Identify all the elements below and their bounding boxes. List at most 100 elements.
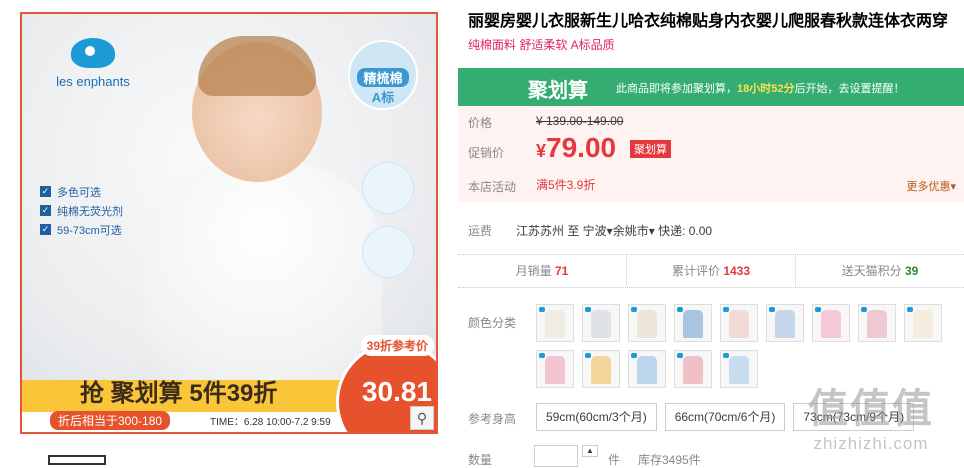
shop-activity: 满5件3.9折 [536, 178, 596, 192]
quantity-unit: 件 [608, 453, 621, 467]
promo-banner-title: 抢 聚划算 5件39折 [80, 380, 278, 407]
brand-mark-icon [539, 307, 545, 312]
reference-price: 30.81 [361, 376, 432, 407]
watermark-logo: 值值值 [808, 387, 934, 431]
more-offers-link[interactable]: 更多优惠▾ [906, 178, 956, 194]
color-swatch[interactable] [674, 304, 712, 342]
product-main-image[interactable]: les enphants 精梳棉 A标 ✓ 多色可选 ✓ 纯棉无荧光剂 ✓ 59-73… [20, 12, 438, 434]
color-swatch[interactable] [582, 350, 620, 388]
shop-activity-label: 本店活动 [468, 180, 517, 194]
garment-thumbnail [545, 356, 565, 384]
cotton-badge: 精梳棉 A标 [348, 40, 418, 110]
brand-mark-icon [631, 307, 637, 312]
shipping-detail[interactable]: 江苏苏州 至 宁波▾余姚市▾ 快递: 0.00 [516, 224, 712, 238]
checkbox-icon: ✓ [40, 224, 51, 235]
brand-logo: les enphants [38, 38, 148, 89]
quantity-increase-icon[interactable]: ▲ [582, 445, 598, 457]
shipping-label: 运费 [468, 224, 493, 238]
product-header: 丽婴房婴儿衣服新生儿哈衣纯棉贴身内衣婴儿爬服春秋款连体衣两穿 纯棉面料 舒适柔软… [468, 12, 964, 53]
garment-thumbnail [591, 356, 611, 384]
thumbnail-strip [48, 455, 122, 465]
fabric-layer-icon [362, 162, 414, 214]
zoom-icon[interactable]: ⚲ [410, 406, 434, 430]
brand-mark-icon [815, 307, 821, 312]
color-swatch[interactable] [858, 304, 896, 342]
feature-item: ✓ 多色可选 [40, 186, 101, 199]
brand-mark-icon [861, 307, 867, 312]
promo-banner-subtitle: 折后相当于300-180 [50, 411, 171, 430]
stat-monthly-sales: 月销量 71 [458, 255, 627, 287]
elephant-logo-icon [71, 38, 115, 68]
color-swatch[interactable] [628, 350, 666, 388]
original-price: ¥ 139.00-149.00 [536, 114, 624, 128]
garment-thumbnail [683, 356, 703, 384]
promo-banner-time: TIME：6.28 10:00-7.2 9:59 [210, 417, 331, 428]
color-swatch[interactable] [536, 304, 574, 342]
color-swatch[interactable] [674, 350, 712, 388]
brand-mark-icon [723, 353, 729, 358]
brand-mark-icon [631, 353, 637, 358]
thumbnail[interactable] [48, 455, 106, 465]
reference-price-tag: 39折参考价 [360, 335, 434, 356]
garment-thumbnail [683, 310, 703, 338]
product-title: 丽婴房婴儿衣服新生儿哈衣纯棉贴身内衣婴儿爬服春秋款连体衣两穿 [468, 13, 949, 30]
color-swatch[interactable] [720, 304, 758, 342]
price-panel: 价格 ¥ 139.00-149.00 促销价 ¥79.00 聚划算 本店活动 满… [458, 106, 964, 202]
baby-outfit [142, 164, 382, 394]
garment-thumbnail [545, 310, 565, 338]
promo-price-label: 促销价 [468, 146, 505, 160]
watermark-url: zhizhizhi.com [813, 434, 929, 453]
quantity-label: 数量 [468, 453, 493, 467]
color-swatch[interactable] [766, 304, 804, 342]
stock-count: 库存3495件 [638, 453, 701, 467]
baby-hair [198, 36, 316, 96]
juhuasuan-bar[interactable]: 聚划算 此商品即将参加聚划算，18小时52分后开始，去设置提醒！ [458, 68, 964, 106]
garment-thumbnail [729, 356, 749, 384]
feature-item: ✓ 59-73cm可选 [40, 224, 122, 237]
juhuasuan-notice: 此商品即将参加聚划算，18小时52分后开始，去设置提醒！ [616, 83, 905, 95]
feature-list: ✓ 多色可选 ✓ 纯棉无荧光剂 ✓ 59-73cm可选 [40, 182, 123, 239]
brand-mark-icon [539, 353, 545, 358]
garment-thumbnail [867, 310, 887, 338]
brand-mark-icon [585, 353, 591, 358]
product-subtitle: 纯棉面料 舒适柔软 A标品质 [468, 38, 615, 52]
size-option[interactable]: 59cm(60cm/3个月) [536, 403, 657, 431]
garment-thumbnail [637, 310, 657, 338]
garment-thumbnail [591, 310, 611, 338]
color-label: 颜色分类 [468, 316, 517, 330]
juhuasuan-logo: 聚划算 [528, 80, 588, 102]
garment-thumbnail [637, 356, 657, 384]
color-swatch[interactable] [720, 350, 758, 388]
checkbox-icon: ✓ [40, 205, 51, 216]
size-option[interactable]: 66cm(70cm/6个月) [664, 403, 786, 431]
brand-mark-icon [907, 307, 913, 312]
color-swatch[interactable] [812, 304, 850, 342]
brand-mark-icon [585, 307, 591, 312]
quantity-input[interactable] [534, 445, 578, 467]
stat-points: 送天猫积分 39 [841, 264, 919, 278]
cotton-badge-line2: A标 [371, 90, 395, 105]
color-swatch[interactable] [628, 304, 666, 342]
size-label: 参考身高 [468, 412, 517, 426]
promo-price: ¥79.00 [536, 132, 617, 163]
cotton-badge-line1: 精梳棉 [357, 68, 409, 87]
promo-tag: 聚划算 [630, 140, 671, 158]
garment-thumbnail [775, 310, 795, 338]
garment-thumbnail [821, 310, 841, 338]
brand-mark-icon [723, 307, 729, 312]
feature-item: ✓ 纯棉无荧光剂 [40, 205, 123, 218]
brand-mark-icon [677, 353, 683, 358]
color-swatch[interactable] [904, 304, 942, 342]
color-swatch[interactable] [536, 350, 574, 388]
sales-stats: 月销量 71 累计评价 1433 送天猫积分 39 [458, 254, 964, 288]
brand-mark-icon [677, 307, 683, 312]
color-swatch[interactable] [582, 304, 620, 342]
stat-reviews[interactable]: 累计评价 1433 [627, 255, 796, 287]
fabric-texture-icon [362, 226, 414, 278]
brand-mark-icon [769, 307, 775, 312]
shipping-row[interactable]: 运费 江苏苏州 至 宁波▾余姚市▾ 快递: 0.00 [468, 222, 712, 239]
brand-name: les enphants [56, 74, 130, 89]
site-watermark: 值值值 zhizhizhi.com [808, 376, 934, 454]
garment-thumbnail [913, 310, 933, 338]
checkbox-icon: ✓ [40, 186, 51, 197]
